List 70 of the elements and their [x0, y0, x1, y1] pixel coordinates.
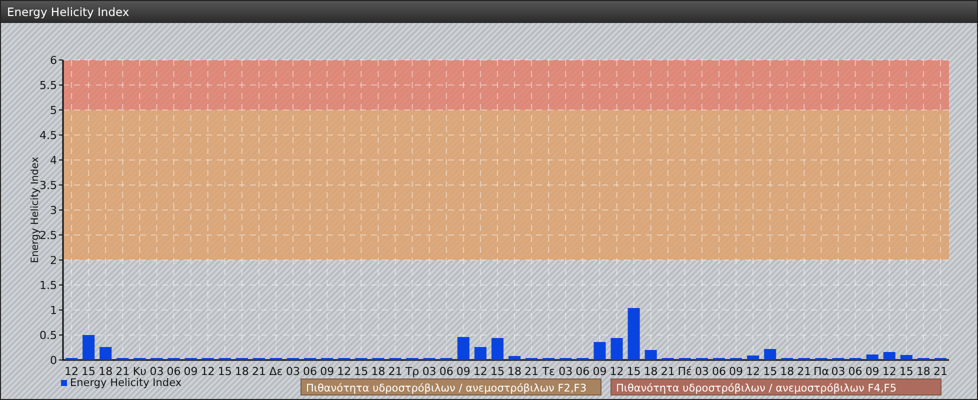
y-tick-label: 1.5 [40, 279, 57, 292]
x-tick-label: 06 [439, 365, 454, 378]
x-tick-label: 12 [746, 365, 760, 378]
x-tick-label: 21 [252, 365, 266, 378]
x-tick-label: 06 [166, 365, 181, 378]
x-tick-label: 03 [150, 365, 164, 378]
x-tick-label: Πέ [678, 365, 692, 378]
x-tick-label: 15 [763, 365, 778, 378]
x-tick-label: 18 [644, 365, 658, 378]
x-tick-label: 12 [882, 365, 896, 378]
x-tick-label: 21 [524, 365, 539, 378]
y-tick-label: 1 [50, 304, 57, 317]
y-tick-label: 2 [50, 254, 57, 267]
x-tick-label: Πα [813, 365, 829, 378]
x-tick-label: 09 [320, 365, 334, 378]
x-tick-label: 03 [422, 365, 436, 378]
x-tick-label: 18 [371, 365, 386, 378]
x-tick-label: 03 [286, 365, 300, 378]
legend-tag: Πιθανότητα υδροστρόβιλων / ανεμοστρόβιλων F4,F5 [610, 378, 942, 396]
y-tick-label: 3.5 [40, 179, 57, 192]
x-tick-label: 12 [610, 365, 624, 378]
x-tick-label: 12 [64, 365, 79, 378]
x-tick-label: 21 [388, 365, 402, 378]
x-tick-label: 15 [354, 365, 368, 378]
x-tick-label: 15 [490, 365, 504, 378]
x-tick-label: 09 [592, 365, 607, 378]
x-tick-label: 21 [797, 365, 812, 378]
y-tick-label: 0 [50, 354, 57, 367]
x-tick-label: Τρ [405, 365, 420, 378]
x-tick-label: 18 [780, 365, 794, 378]
legend-label: Energy Helicity Index [70, 377, 182, 389]
x-tick-label: 12 [473, 365, 488, 378]
x-tick-label: 15 [82, 365, 96, 378]
x-tick-label: 12 [200, 365, 215, 378]
y-tick-label: 4 [50, 154, 57, 167]
x-tick-label: 15 [218, 365, 232, 378]
x-tick-label: 18 [508, 365, 522, 378]
x-tick-label: Τε [542, 365, 555, 378]
x-tick-label: 06 [712, 365, 726, 378]
x-tick-label: Δε [269, 365, 283, 378]
y-tick-label: 3 [50, 204, 57, 217]
legend-tag: Πιθανότητα υδροστρόβιλων / ανεμοστρόβιλων F2,F3 [300, 378, 602, 396]
x-tick-label: 09 [184, 365, 198, 378]
y-tick-label: 4.5 [40, 129, 57, 142]
window-title: Energy Helicity Index [7, 5, 130, 19]
y-axis-title: Energy Helicity Index [30, 156, 41, 264]
x-tick-label: 18 [98, 365, 113, 378]
x-tick-label: 21 [116, 365, 130, 378]
x-tick-label: 12 [337, 365, 352, 378]
x-tick-label: 18 [234, 365, 249, 378]
x-tick-label: 15 [626, 365, 641, 378]
x-tick-label: 15 [899, 365, 914, 378]
y-tick-label: 0.5 [40, 329, 57, 342]
x-tick-label: 03 [558, 365, 573, 378]
x-tick-label: 09 [729, 365, 744, 378]
x-tick-label: 06 [303, 365, 318, 378]
x-tick-label: 21 [933, 365, 948, 378]
x-tick-label: 09 [865, 365, 880, 378]
x-tick-label: 09 [456, 365, 470, 378]
y-tick-label: 2.5 [40, 229, 57, 242]
x-tick-label: 18 [916, 365, 930, 378]
y-tick-label: 5 [50, 104, 57, 117]
y-tick-label: 5.5 [40, 79, 57, 92]
x-tick-label: 21 [660, 365, 675, 378]
x-tick-label: 06 [576, 365, 590, 378]
x-tick-label: 06 [848, 365, 862, 378]
x-tick-label: 03 [831, 365, 846, 378]
x-tick-label: Κυ [132, 365, 146, 378]
y-tick-label: 6 [50, 54, 57, 67]
x-tick-label: 03 [694, 365, 709, 378]
